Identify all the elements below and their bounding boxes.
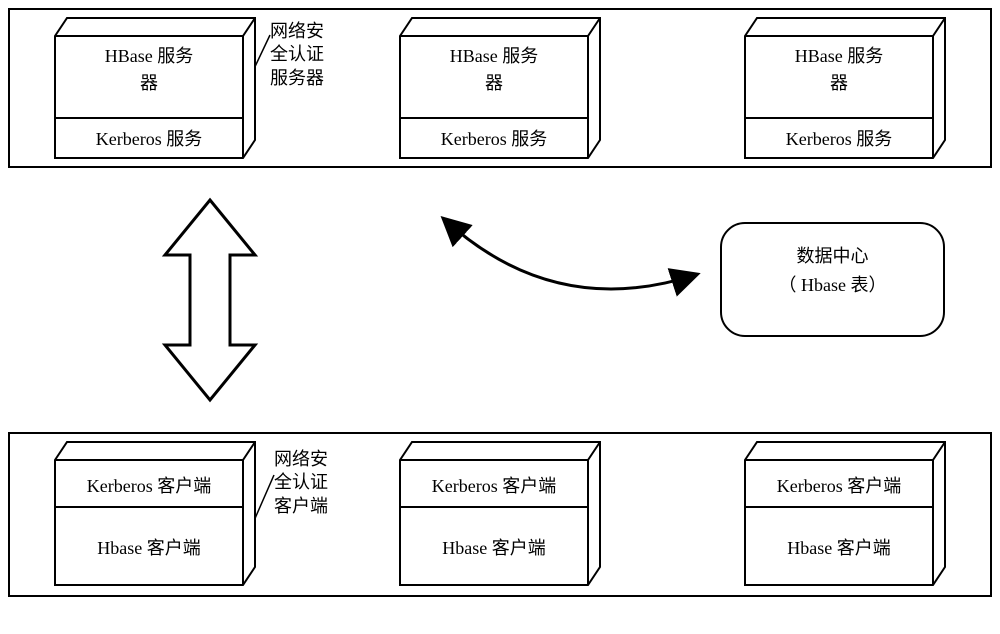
client-3-hbase: Hbase 客户端: [745, 534, 933, 560]
server-3-service: Kerberos 服务: [745, 125, 933, 151]
server-1-service: Kerberos 服务: [55, 125, 243, 151]
server-2-title: HBase 服务 器: [400, 43, 588, 97]
server-annotation: 网络安 全认证 服务器: [270, 20, 324, 90]
server-box-2: HBase 服务 器 Kerberos 服务: [400, 18, 600, 158]
client-box-3: Kerberos 客户端 Hbase 客户端: [745, 442, 945, 585]
client-box-2: Kerberos 客户端 Hbase 客户端: [400, 442, 600, 585]
client-1-hbase: Hbase 客户端: [55, 534, 243, 560]
curved-arrow-icon: [435, 210, 705, 330]
server-2-service: Kerberos 服务: [400, 125, 588, 151]
client-annotation: 网络安 全认证 客户端: [274, 448, 328, 518]
data-center-box: 数据中心 （ Hbase 表）: [720, 222, 945, 337]
server-1-title: HBase 服务 器: [55, 43, 243, 97]
client-2-hbase: Hbase 客户端: [400, 534, 588, 560]
bidirectional-arrow-icon: [165, 200, 255, 400]
data-center-label-1: 数据中心: [722, 242, 943, 271]
data-center-label-2: （ Hbase 表）: [722, 271, 943, 300]
client-2-kerberos: Kerberos 客户端: [400, 472, 588, 498]
client-3-kerberos: Kerberos 客户端: [745, 472, 933, 498]
server-box-3: HBase 服务 器 Kerberos 服务: [745, 18, 945, 158]
client-annotation-line: [253, 475, 276, 535]
client-1-kerberos: Kerberos 客户端: [55, 472, 243, 498]
server-3-title: HBase 服务 器: [745, 43, 933, 97]
server-box-1: HBase 服务 器 Kerberos 服务: [55, 18, 255, 158]
client-box-1: Kerberos 客户端 Hbase 客户端: [55, 442, 255, 585]
